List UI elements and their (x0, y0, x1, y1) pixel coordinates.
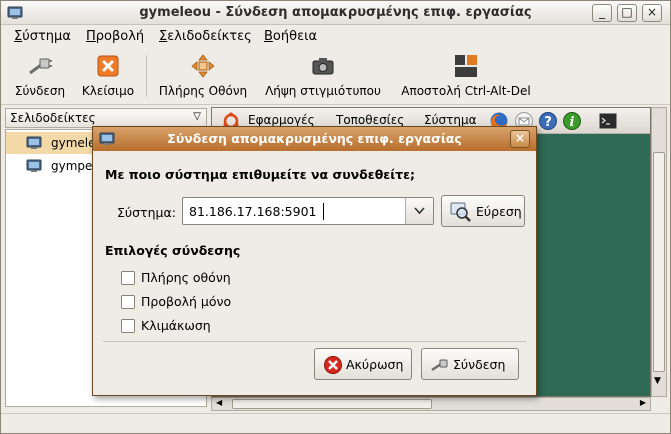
close-label: Κλείσιμο (81, 84, 135, 98)
cancel-button[interactable]: Ακύρωση (314, 348, 412, 380)
view-only-checkbox-label[interactable]: Προβολή μόνο (141, 294, 231, 309)
find-button-label: Εύρεση (476, 204, 522, 219)
send-ctrl-alt-del-label: Αποστολή Ctrl-Alt-Del (401, 84, 531, 98)
monitor-icon (26, 159, 42, 172)
minimize-button[interactable]: _ (592, 4, 612, 22)
help-icon[interactable]: ? (538, 111, 558, 131)
remote-places-menu[interactable]: Τοποθεσίες (336, 113, 404, 127)
screenshot-toolbar-button[interactable]: Λήψη στιγμιότυπου (258, 53, 388, 98)
title-bar: gymeleou - Σύνδεση απομακρυσμένης επιφ. … (1, 1, 670, 25)
send-ctrl-alt-del-toolbar-button[interactable]: Αποστολή Ctrl-Alt-Del (394, 53, 538, 98)
svg-text:i: i (570, 115, 575, 130)
vertical-scrollbar[interactable]: ▼ (651, 107, 667, 397)
menu-bar: Σύστημα Προβολή Σελιδοδείκτες Βοήθεια (1, 26, 670, 48)
maximize-button[interactable]: □ (617, 4, 637, 22)
status-bar (1, 413, 670, 433)
close-icon (97, 55, 119, 77)
dialog-title: Σύνδεση απομακρυσμένης επιφ. εργασίας (167, 131, 462, 146)
horizontal-scrollbar-thumb[interactable] (232, 399, 432, 409)
svg-text:?: ? (544, 115, 552, 130)
find-button[interactable]: Εύρεση (441, 195, 525, 227)
remote-system-menu[interactable]: Σύστημα (424, 113, 477, 127)
system-label: Σύστημα: (117, 205, 176, 220)
screenshot-label: Λήψη στιγμιότυπου (265, 84, 381, 98)
system-input[interactable]: 81.186.17.168:5901 (189, 204, 316, 219)
toolbar: Σύνδεση Κλείσιμο Πλήρης Οθόνη Λήψη στιγμ… (1, 49, 670, 105)
system-combo[interactable]: 81.186.17.168:5901 (182, 197, 434, 225)
scroll-down-icon[interactable]: ▼ (654, 376, 661, 386)
camera-icon (312, 58, 334, 75)
window-title: gymeleou - Σύνδεση απομακρυσμένης επιφ. … (139, 5, 532, 20)
scroll-right-icon[interactable]: ▶ (640, 398, 646, 407)
connect-dialog: Σύνδεση απομακρυσμένης επιφ. εργασίας × … (92, 126, 537, 396)
fullscreen-toolbar-button[interactable]: Πλήρης Οθόνη (155, 53, 251, 98)
connect-button[interactable]: Σύνδεση (421, 348, 519, 380)
scaling-checkbox-label[interactable]: Κλιμάκωση (141, 318, 211, 333)
fullscreen-icon (191, 54, 215, 78)
keyboard-keys-icon (455, 55, 477, 77)
fullscreen-checkbox-label[interactable]: Πλήρης οθόνη (141, 270, 231, 285)
system-dropdown-button[interactable] (405, 198, 433, 224)
scrollbar-thumb[interactable] (653, 152, 665, 372)
scaling-checkbox[interactable] (121, 319, 135, 333)
plug-icon (29, 58, 52, 75)
scroll-left-icon[interactable]: ◀ (216, 398, 222, 407)
text-cursor (323, 203, 324, 220)
dialog-title-bar: Σύνδεση απομακρυσμένης επιφ. εργασίας × (93, 127, 536, 151)
bookmarks-sidebar-header: Σελιδοδείκτες (10, 111, 96, 125)
menu-bookmarks[interactable]: Σελιδοδείκτες (159, 29, 252, 44)
menu-system[interactable]: Σύστημα (14, 29, 71, 44)
info-icon[interactable]: i (562, 111, 582, 131)
connect-button-label: Σύνδεση (453, 357, 506, 372)
plug-icon (431, 359, 448, 372)
triangle-down-icon: ▽ (193, 111, 201, 122)
toolbar-separator (146, 55, 147, 97)
connect-label: Σύνδεση (14, 84, 66, 98)
terminal-icon[interactable] (598, 111, 618, 131)
monitor-icon (26, 136, 42, 149)
options-heading: Επιλογές σύνδεσης (105, 243, 241, 258)
bookmarks-sidebar-selector[interactable]: Σελιδοδείκτες ▽ (5, 108, 207, 128)
cancel-icon (324, 356, 342, 374)
cancel-button-label: Ακύρωση (346, 357, 404, 372)
connect-toolbar-button[interactable]: Σύνδεση (9, 53, 71, 98)
chevron-down-icon (414, 207, 425, 215)
fullscreen-checkbox[interactable] (121, 271, 135, 285)
dialog-question: Με ποιο σύστημα επιθυμείτε να συνδεθείτε… (105, 167, 416, 182)
menu-help[interactable]: Βοήθεια (264, 29, 317, 44)
close-window-button[interactable]: × (642, 4, 662, 22)
magnifier-icon (450, 202, 471, 222)
close-toolbar-button[interactable]: Κλείσιμο (77, 53, 139, 98)
fullscreen-label: Πλήρης Οθόνη (158, 84, 248, 98)
dialog-separator (103, 341, 526, 342)
menu-view[interactable]: Προβολή (86, 29, 144, 44)
remote-applications-menu[interactable]: Εφαρμογές (248, 113, 315, 127)
view-only-checkbox[interactable] (121, 295, 135, 309)
horizontal-scrollbar[interactable]: ◀ ▶ (211, 397, 651, 411)
dialog-close-button[interactable]: × (510, 130, 530, 148)
